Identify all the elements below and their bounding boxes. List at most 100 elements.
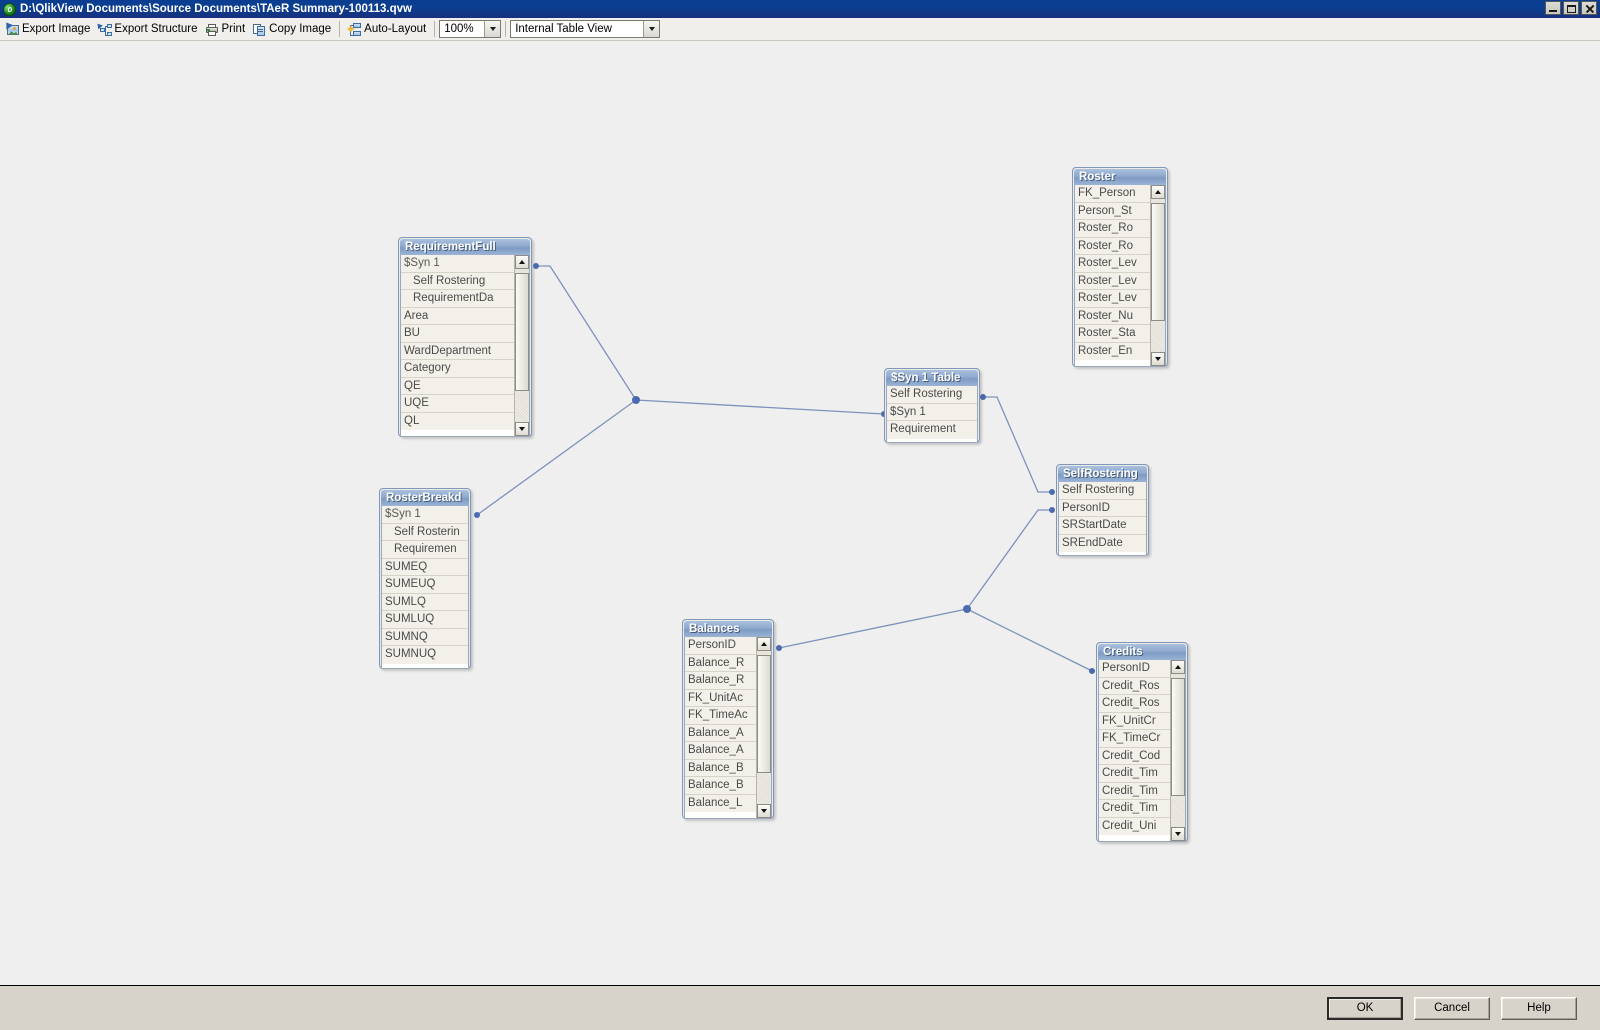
table-field[interactable]: FK_UnitAc — [685, 689, 756, 707]
table-field[interactable]: WardDepartment — [401, 342, 514, 360]
connection-endpoint[interactable] — [776, 645, 782, 651]
table-field[interactable]: Self Rostering — [887, 386, 977, 404]
table-field[interactable]: Self Rostering — [401, 272, 514, 290]
table-scrollbar-requirementfull[interactable] — [514, 255, 529, 436]
table-field[interactable]: BU — [401, 325, 514, 343]
table-field[interactable]: Balance_A — [685, 724, 756, 742]
table-field[interactable]: Roster_Lev — [1075, 255, 1150, 273]
table-field[interactable]: SUMEQ — [382, 558, 468, 576]
table-field[interactable]: FK_TimeAc — [685, 707, 756, 725]
scroll-up-icon[interactable] — [515, 255, 529, 269]
connection-endpoint[interactable] — [980, 394, 986, 400]
table-field[interactable]: SUMNUQ — [382, 646, 468, 664]
table-field[interactable]: $Syn 1 — [401, 255, 514, 273]
table-field[interactable]: SUMEUQ — [382, 576, 468, 594]
export-structure-button[interactable]: Export Structure — [94, 19, 201, 39]
table-field[interactable]: Credit_Ros — [1099, 677, 1170, 695]
table-field[interactable]: FK_TimeCr — [1099, 730, 1170, 748]
table-field[interactable]: PersonID — [1059, 499, 1146, 517]
table-field[interactable]: Balance_L — [685, 794, 756, 812]
table-scrollbar-credits[interactable] — [1170, 660, 1185, 841]
chevron-down-icon[interactable] — [643, 21, 660, 37]
table-field[interactable]: SUMNQ — [382, 628, 468, 646]
table-field[interactable]: Balance_R — [685, 654, 756, 672]
connection-endpoint[interactable] — [1089, 668, 1095, 674]
table-field[interactable]: Roster_En — [1075, 342, 1150, 360]
connection-endpoint[interactable] — [533, 263, 539, 269]
connection-endpoint[interactable] — [474, 512, 480, 518]
scrollbar-track[interactable] — [515, 269, 529, 422]
ok-button[interactable]: OK — [1327, 996, 1403, 1020]
table-field[interactable]: Credit_Tim — [1099, 800, 1170, 818]
table-field[interactable]: FK_UnitCr — [1099, 712, 1170, 730]
table-field[interactable]: QL — [401, 412, 514, 430]
copy-image-button[interactable]: Copy Image — [249, 19, 335, 39]
table-field[interactable]: Person_St — [1075, 202, 1150, 220]
scrollbar-thumb[interactable] — [1151, 203, 1165, 321]
table-field[interactable]: $Syn 1 — [887, 403, 977, 421]
table-field[interactable]: Roster_Lev — [1075, 272, 1150, 290]
table-box-selfrostering[interactable]: SelfRostering Self Rostering PersonID SRSta… — [1056, 464, 1149, 556]
table-field[interactable]: SUMLUQ — [382, 611, 468, 629]
table-field[interactable]: Self Rosterin — [382, 523, 468, 541]
table-field[interactable]: Roster_Ro — [1075, 220, 1150, 238]
cancel-button[interactable]: Cancel — [1414, 996, 1490, 1020]
table-field[interactable]: Credit_Tim — [1099, 782, 1170, 800]
table-field[interactable]: Self Rostering — [1059, 482, 1146, 500]
table-field[interactable]: Roster_Nu — [1075, 307, 1150, 325]
table-field[interactable]: Balance_A — [685, 742, 756, 760]
table-field[interactable]: SUMLQ — [382, 593, 468, 611]
scroll-up-icon[interactable] — [757, 637, 771, 651]
table-box-credits[interactable]: Credits PersonID Credit_Ros Credit_Ros FK_Un… — [1096, 642, 1188, 842]
zoom-level-select[interactable]: 100% — [439, 20, 502, 38]
table-field[interactable]: RequirementDa — [401, 290, 514, 308]
table-box-syn1table[interactable]: $Syn 1 Table Self Rostering $Syn 1 Requirem… — [884, 368, 980, 443]
table-field[interactable]: PersonID — [685, 637, 756, 655]
table-box-balances[interactable]: Balances PersonID Balance_R Balance_R FK_Uni… — [682, 619, 774, 819]
table-box-rosterbreakd[interactable]: RosterBreakd $Syn 1 Self Rosterin Requireme… — [379, 488, 471, 669]
export-image-button[interactable]: Export Image — [2, 19, 94, 39]
table-field[interactable]: Credit_Tim — [1099, 765, 1170, 783]
table-field[interactable]: Roster_Sta — [1075, 325, 1150, 343]
scrollbar-track[interactable] — [1151, 199, 1165, 352]
table-field[interactable]: Roster_Lev — [1075, 290, 1150, 308]
table-field[interactable]: Credit_Cod — [1099, 747, 1170, 765]
scroll-up-icon[interactable] — [1151, 185, 1165, 199]
table-field[interactable]: Roster_Ro — [1075, 237, 1150, 255]
help-button[interactable]: Help — [1501, 996, 1577, 1020]
table-field[interactable]: PersonID — [1099, 660, 1170, 678]
table-field[interactable]: Category — [401, 360, 514, 378]
scrollbar-track[interactable] — [1171, 674, 1185, 827]
scrollbar-thumb[interactable] — [515, 273, 529, 391]
scroll-down-icon[interactable] — [1151, 352, 1165, 366]
chevron-down-icon[interactable] — [484, 21, 501, 37]
table-field[interactable]: Balance_R — [685, 672, 756, 690]
view-mode-select[interactable]: Internal Table View — [510, 20, 661, 38]
table-field[interactable]: UQE — [401, 395, 514, 413]
table-scrollbar-balances[interactable] — [756, 637, 771, 818]
table-field[interactable]: QE — [401, 377, 514, 395]
scrollbar-thumb[interactable] — [1171, 678, 1185, 796]
scroll-down-icon[interactable] — [1171, 827, 1185, 841]
table-field[interactable]: Requiremen — [382, 541, 468, 559]
table-field[interactable]: Area — [401, 307, 514, 325]
table-field[interactable]: Balance_B — [685, 759, 756, 777]
connection-junction-node[interactable] — [632, 396, 640, 404]
print-button[interactable]: Print — [202, 19, 250, 39]
table-field[interactable]: Credit_Ros — [1099, 695, 1170, 713]
table-box-requirementfull[interactable]: RequirementFull $Syn 1 Self Rostering Requi… — [398, 237, 532, 437]
minimize-button[interactable] — [1545, 1, 1561, 15]
scrollbar-thumb[interactable] — [757, 655, 771, 773]
connection-junction-node[interactable] — [963, 605, 971, 613]
table-field[interactable]: Balance_B — [685, 777, 756, 795]
auto-layout-button[interactable]: ✦ Auto-Layout — [344, 19, 430, 39]
table-diagram-canvas[interactable]: RequirementFull $Syn 1 Self Rostering Requi… — [0, 41, 1600, 985]
scroll-up-icon[interactable] — [1171, 660, 1185, 674]
table-field[interactable]: Credit_Uni — [1099, 817, 1170, 835]
restore-button[interactable] — [1563, 1, 1579, 15]
table-box-roster[interactable]: Roster FK_Person Person_St Roster_Ro Roster_… — [1072, 167, 1168, 367]
table-field[interactable]: SRStartDate — [1059, 517, 1146, 535]
scroll-down-icon[interactable] — [757, 804, 771, 818]
scrollbar-track[interactable] — [757, 651, 771, 804]
table-field[interactable]: Requirement — [887, 421, 977, 439]
